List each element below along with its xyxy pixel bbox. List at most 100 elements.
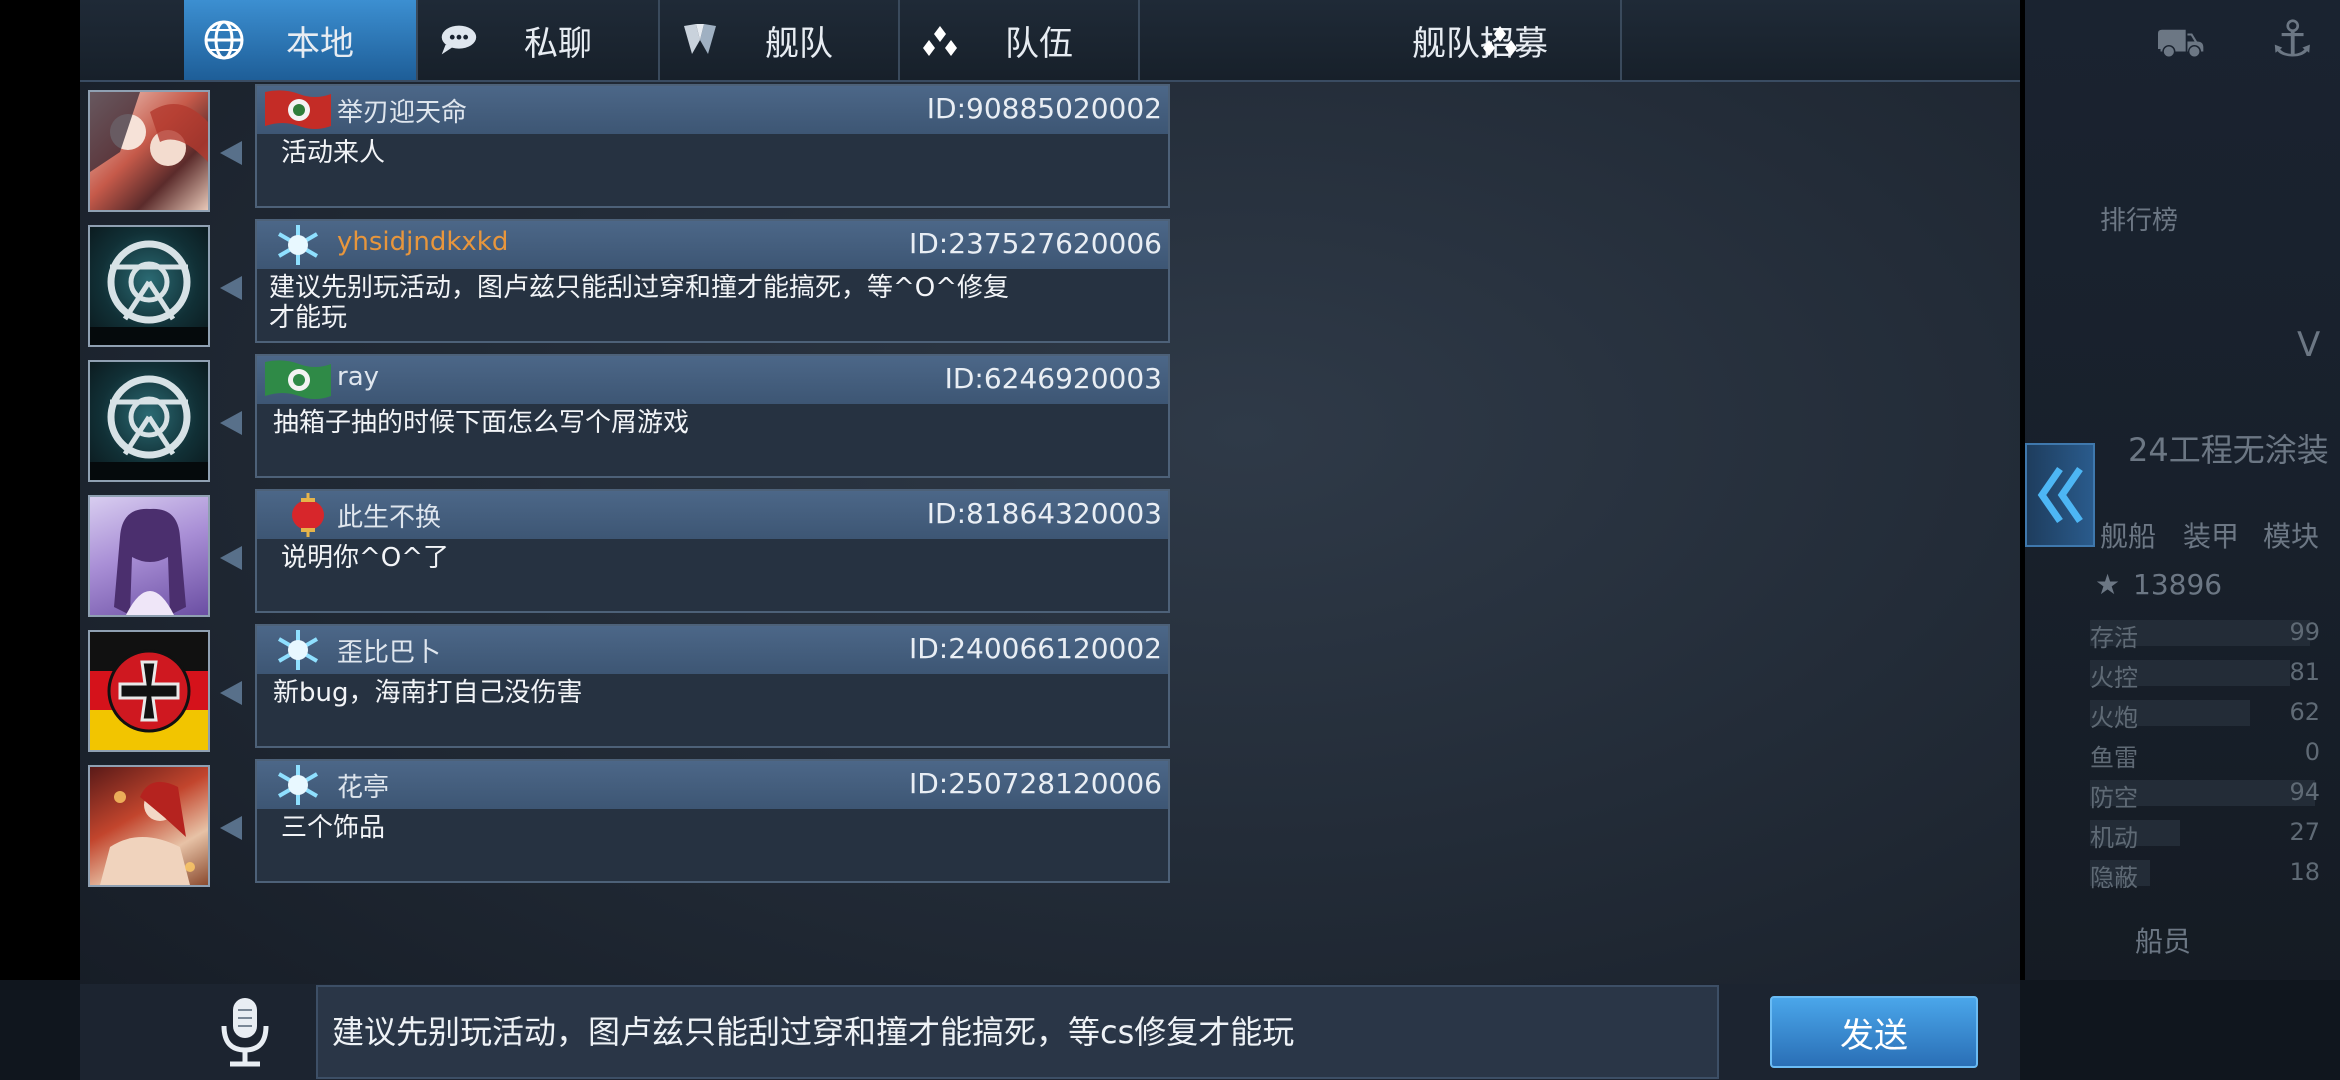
speech-arrow	[220, 141, 242, 165]
tab-private[interactable]: 私聊	[418, 0, 660, 80]
message-text: 建议先别玩活动，图卢兹只能刮过穿和撞才能搞死，等^O^修复 才能玩	[269, 273, 1010, 333]
snowflake-badge	[277, 630, 319, 670]
sender-name[interactable]: ray	[337, 362, 379, 392]
tab-fleet-recruit[interactable]: 舰队招募	[1140, 0, 1622, 80]
speech-arrow	[220, 546, 242, 570]
stat-value: 18	[2289, 858, 2320, 886]
chat-input[interactable]: 建议先别玩活动，图卢兹只能刮过穿和撞才能搞死，等cs修复才能玩	[316, 985, 1719, 1079]
tab-label: 本地	[286, 23, 354, 64]
green-flag-badge	[265, 360, 331, 399]
stat-row: 火控 81	[2090, 658, 2330, 692]
team-icon	[918, 20, 962, 60]
star-icon: ★	[2095, 568, 2121, 601]
sender-name[interactable]: 花亭	[337, 767, 389, 804]
fleet-icon	[678, 20, 722, 60]
avatar[interactable]	[88, 90, 210, 212]
snowflake-badge	[277, 765, 319, 805]
message-text: 说明你^O^了	[281, 543, 450, 573]
side-tab-ship[interactable]: 舰船	[2100, 515, 2156, 555]
avatar[interactable]	[88, 495, 210, 617]
message-header: 举刃迎天命 ID:90885020002	[257, 86, 1168, 134]
message-header: yhsidjndkxkd ID:237527620006	[257, 221, 1168, 269]
stat-row: 火炮 62	[2090, 698, 2330, 732]
stat-label: 存活	[2090, 624, 2138, 652]
stat-label: 隐蔽	[2090, 864, 2138, 892]
tab-local[interactable]: 本地	[184, 0, 418, 80]
stat-value: 99	[2289, 618, 2320, 646]
rank-label[interactable]: 排行榜	[2100, 200, 2178, 237]
red-flag-badge	[265, 90, 331, 129]
microphone-icon	[221, 998, 269, 1067]
message-text: 新bug，海南打自己没伤害	[273, 678, 583, 708]
send-button[interactable]: 发送	[1770, 996, 1978, 1068]
message-text: 活动来人	[281, 138, 386, 168]
stat-label: 防空	[2090, 784, 2138, 812]
tab-fleet[interactable]: 舰队	[660, 0, 900, 80]
tab-team[interactable]: 队伍	[900, 0, 1140, 80]
crew-button[interactable]: 船员	[2135, 920, 2191, 960]
message-header: 花亭 ID:250728120006	[257, 761, 1168, 809]
message-bubble[interactable]: 此生不换 ID:81864320003 说明你^O^了	[255, 489, 1170, 613]
stat-value: 27	[2289, 818, 2320, 846]
stat-row: 隐蔽 18	[2090, 858, 2330, 892]
sender-name[interactable]: 歪比巴卜	[337, 632, 441, 669]
ship-score: 13896	[2133, 568, 2223, 601]
sender-name[interactable]: yhsidjndkxkd	[337, 227, 508, 257]
collapse-panel-button[interactable]	[2025, 443, 2095, 547]
tab-label: 队伍	[1005, 23, 1073, 64]
stat-label: 火炮	[2090, 704, 2138, 732]
message-header: 此生不换 ID:81864320003	[257, 491, 1168, 539]
side-tab-armor[interactable]: 装甲	[2183, 515, 2239, 555]
chat-tab-bar: 本地 私聊 舰队 队伍 舰队招募	[80, 0, 2020, 82]
sender-id: ID:81864320003	[926, 497, 1162, 530]
stat-row: 存活 99	[2090, 618, 2330, 652]
cart-icon[interactable]: ⛟	[2155, 20, 2205, 71]
message-text: 三个饰品	[281, 813, 386, 843]
speech-arrow	[220, 411, 242, 435]
message-header: 歪比巴卜 ID:240066120002	[257, 626, 1168, 674]
stat-value: 0	[2304, 738, 2320, 766]
tab-label: 舰队	[765, 23, 833, 64]
anchor-icon[interactable]: ⚓	[2270, 10, 2315, 68]
sender-id: ID:6246920003	[944, 362, 1162, 395]
side-tab-module[interactable]: 模块	[2263, 515, 2319, 555]
avatar[interactable]	[88, 360, 210, 482]
game-screen: 排行榜 V 24工程无涂装 舰船 装甲 模块 ★ 13896 船员 ⛟ ⚓ 存活…	[0, 0, 2340, 1080]
stat-value: 81	[2289, 658, 2320, 686]
sender-id: ID:240066120002	[908, 632, 1162, 665]
avatar[interactable]	[88, 225, 210, 347]
message-bubble[interactable]: 举刃迎天命 ID:90885020002 活动来人	[255, 84, 1170, 208]
speech-arrow	[220, 276, 242, 300]
team-icon	[1478, 20, 1522, 60]
speech-bubble-icon	[436, 20, 480, 60]
side-partial-label: V	[2297, 325, 2321, 365]
stat-label: 火控	[2090, 664, 2138, 692]
stat-label: 机动	[2090, 824, 2138, 852]
stat-row: 鱼雷 0	[2090, 738, 2330, 772]
lantern-badge	[292, 493, 324, 537]
message-bubble[interactable]: ray ID:6246920003 抽箱子抽的时候下面怎么写个屑游戏	[255, 354, 1170, 478]
message-bubble[interactable]: yhsidjndkxkd ID:237527620006 建议先别玩活动，图卢兹…	[255, 219, 1170, 343]
message-bubble[interactable]: 歪比巴卜 ID:240066120002 新bug，海南打自己没伤害	[255, 624, 1170, 748]
sender-id: ID:237527620006	[908, 227, 1162, 260]
speech-arrow	[220, 681, 242, 705]
message-header: ray ID:6246920003	[257, 356, 1168, 404]
sender-name[interactable]: 此生不换	[337, 497, 441, 534]
sender-id: ID:90885020002	[926, 92, 1162, 125]
tab-label: 私聊	[524, 23, 592, 64]
message-bubble[interactable]: 花亭 ID:250728120006 三个饰品	[255, 759, 1170, 883]
ship-name: 24工程无涂装	[2128, 431, 2329, 469]
sender-id: ID:250728120006	[908, 767, 1162, 800]
stat-label: 鱼雷	[2090, 744, 2138, 772]
avatar[interactable]	[88, 765, 210, 887]
sender-name[interactable]: 举刃迎天命	[337, 92, 467, 129]
double-chevron-left-icon	[2037, 467, 2083, 523]
voice-input-button[interactable]	[200, 992, 290, 1072]
stat-value: 62	[2289, 698, 2320, 726]
message-text: 抽箱子抽的时候下面怎么写个屑游戏	[273, 408, 690, 438]
stat-row: 防空 94	[2090, 778, 2330, 812]
avatar[interactable]	[88, 630, 210, 752]
globe-icon	[202, 20, 246, 60]
stat-row: 机动 27	[2090, 818, 2330, 852]
speech-arrow	[220, 816, 242, 840]
